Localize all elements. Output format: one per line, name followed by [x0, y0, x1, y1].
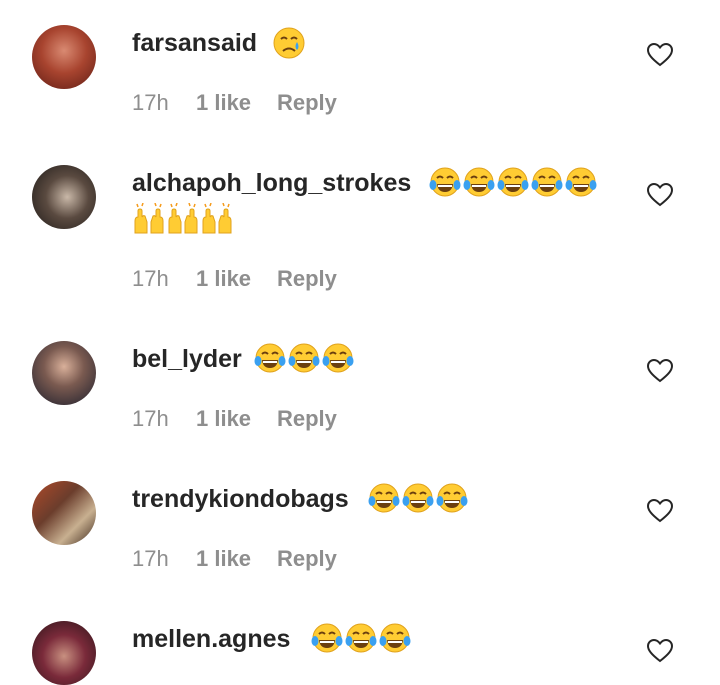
avatar[interactable]	[32, 481, 96, 545]
comment-meta: 17h 1 like Reply	[132, 89, 337, 117]
reply-button[interactable]: Reply	[277, 545, 337, 573]
comment-emojis	[428, 166, 598, 200]
avatar[interactable]	[32, 621, 96, 685]
avatar[interactable]	[32, 341, 96, 405]
comment-emojis	[367, 482, 469, 516]
reply-button[interactable]: Reply	[277, 405, 337, 433]
comment-emojis	[272, 26, 306, 60]
comment-time: 17h	[132, 546, 169, 571]
tears-of-joy-icon	[565, 167, 597, 197]
heart-icon[interactable]	[647, 43, 673, 67]
tears-of-joy-icon	[402, 483, 434, 513]
comment-likes[interactable]: 1 like	[196, 89, 277, 117]
raising-hands-icon	[134, 203, 164, 234]
tears-of-joy-icon	[429, 167, 461, 197]
comment-emojis	[253, 342, 355, 376]
comment-likes[interactable]: 1 like	[196, 265, 277, 293]
comment-time: 17h	[132, 406, 169, 431]
comment-username[interactable]: mellen.agnes	[132, 622, 290, 656]
raising-hands-icon	[202, 203, 232, 234]
comment-emojis	[310, 622, 412, 656]
reply-button[interactable]: Reply	[277, 89, 337, 117]
comment-meta: 17h 1 like Reply	[132, 265, 337, 293]
tears-of-joy-icon	[463, 167, 495, 197]
comment-username[interactable]: bel_lyder	[132, 342, 242, 376]
tears-of-joy-icon	[531, 167, 563, 197]
raising-hands-icon	[168, 203, 198, 234]
tears-of-joy-icon	[311, 623, 343, 653]
comment-emojis-line2	[132, 203, 234, 237]
comment-likes[interactable]: 1 like	[196, 545, 277, 573]
tears-of-joy-icon	[379, 623, 411, 653]
heart-icon[interactable]	[647, 183, 673, 207]
comment-meta: 17h 1 like Reply	[132, 545, 337, 573]
tears-of-joy-icon	[288, 343, 320, 373]
tears-of-joy-icon	[345, 623, 377, 653]
avatar[interactable]	[32, 25, 96, 89]
comment-meta: 17h 1 like Reply	[132, 405, 337, 433]
comment-username[interactable]: trendykiondobags	[132, 482, 349, 516]
tears-of-joy-icon	[497, 167, 529, 197]
tears-of-joy-icon	[436, 483, 468, 513]
crying-face-icon	[273, 27, 305, 59]
comment-likes[interactable]: 1 like	[196, 405, 277, 433]
comment-time: 17h	[132, 266, 169, 291]
tears-of-joy-icon	[322, 343, 354, 373]
tears-of-joy-icon	[254, 343, 286, 373]
comment-username[interactable]: alchapoh_long_strokes	[132, 166, 411, 200]
heart-icon[interactable]	[647, 499, 673, 523]
heart-icon[interactable]	[647, 639, 673, 663]
tears-of-joy-icon	[368, 483, 400, 513]
comment-username[interactable]: farsansaid	[132, 26, 257, 60]
comment-time: 17h	[132, 90, 169, 115]
avatar[interactable]	[32, 165, 96, 229]
heart-icon[interactable]	[647, 359, 673, 383]
reply-button[interactable]: Reply	[277, 265, 337, 293]
